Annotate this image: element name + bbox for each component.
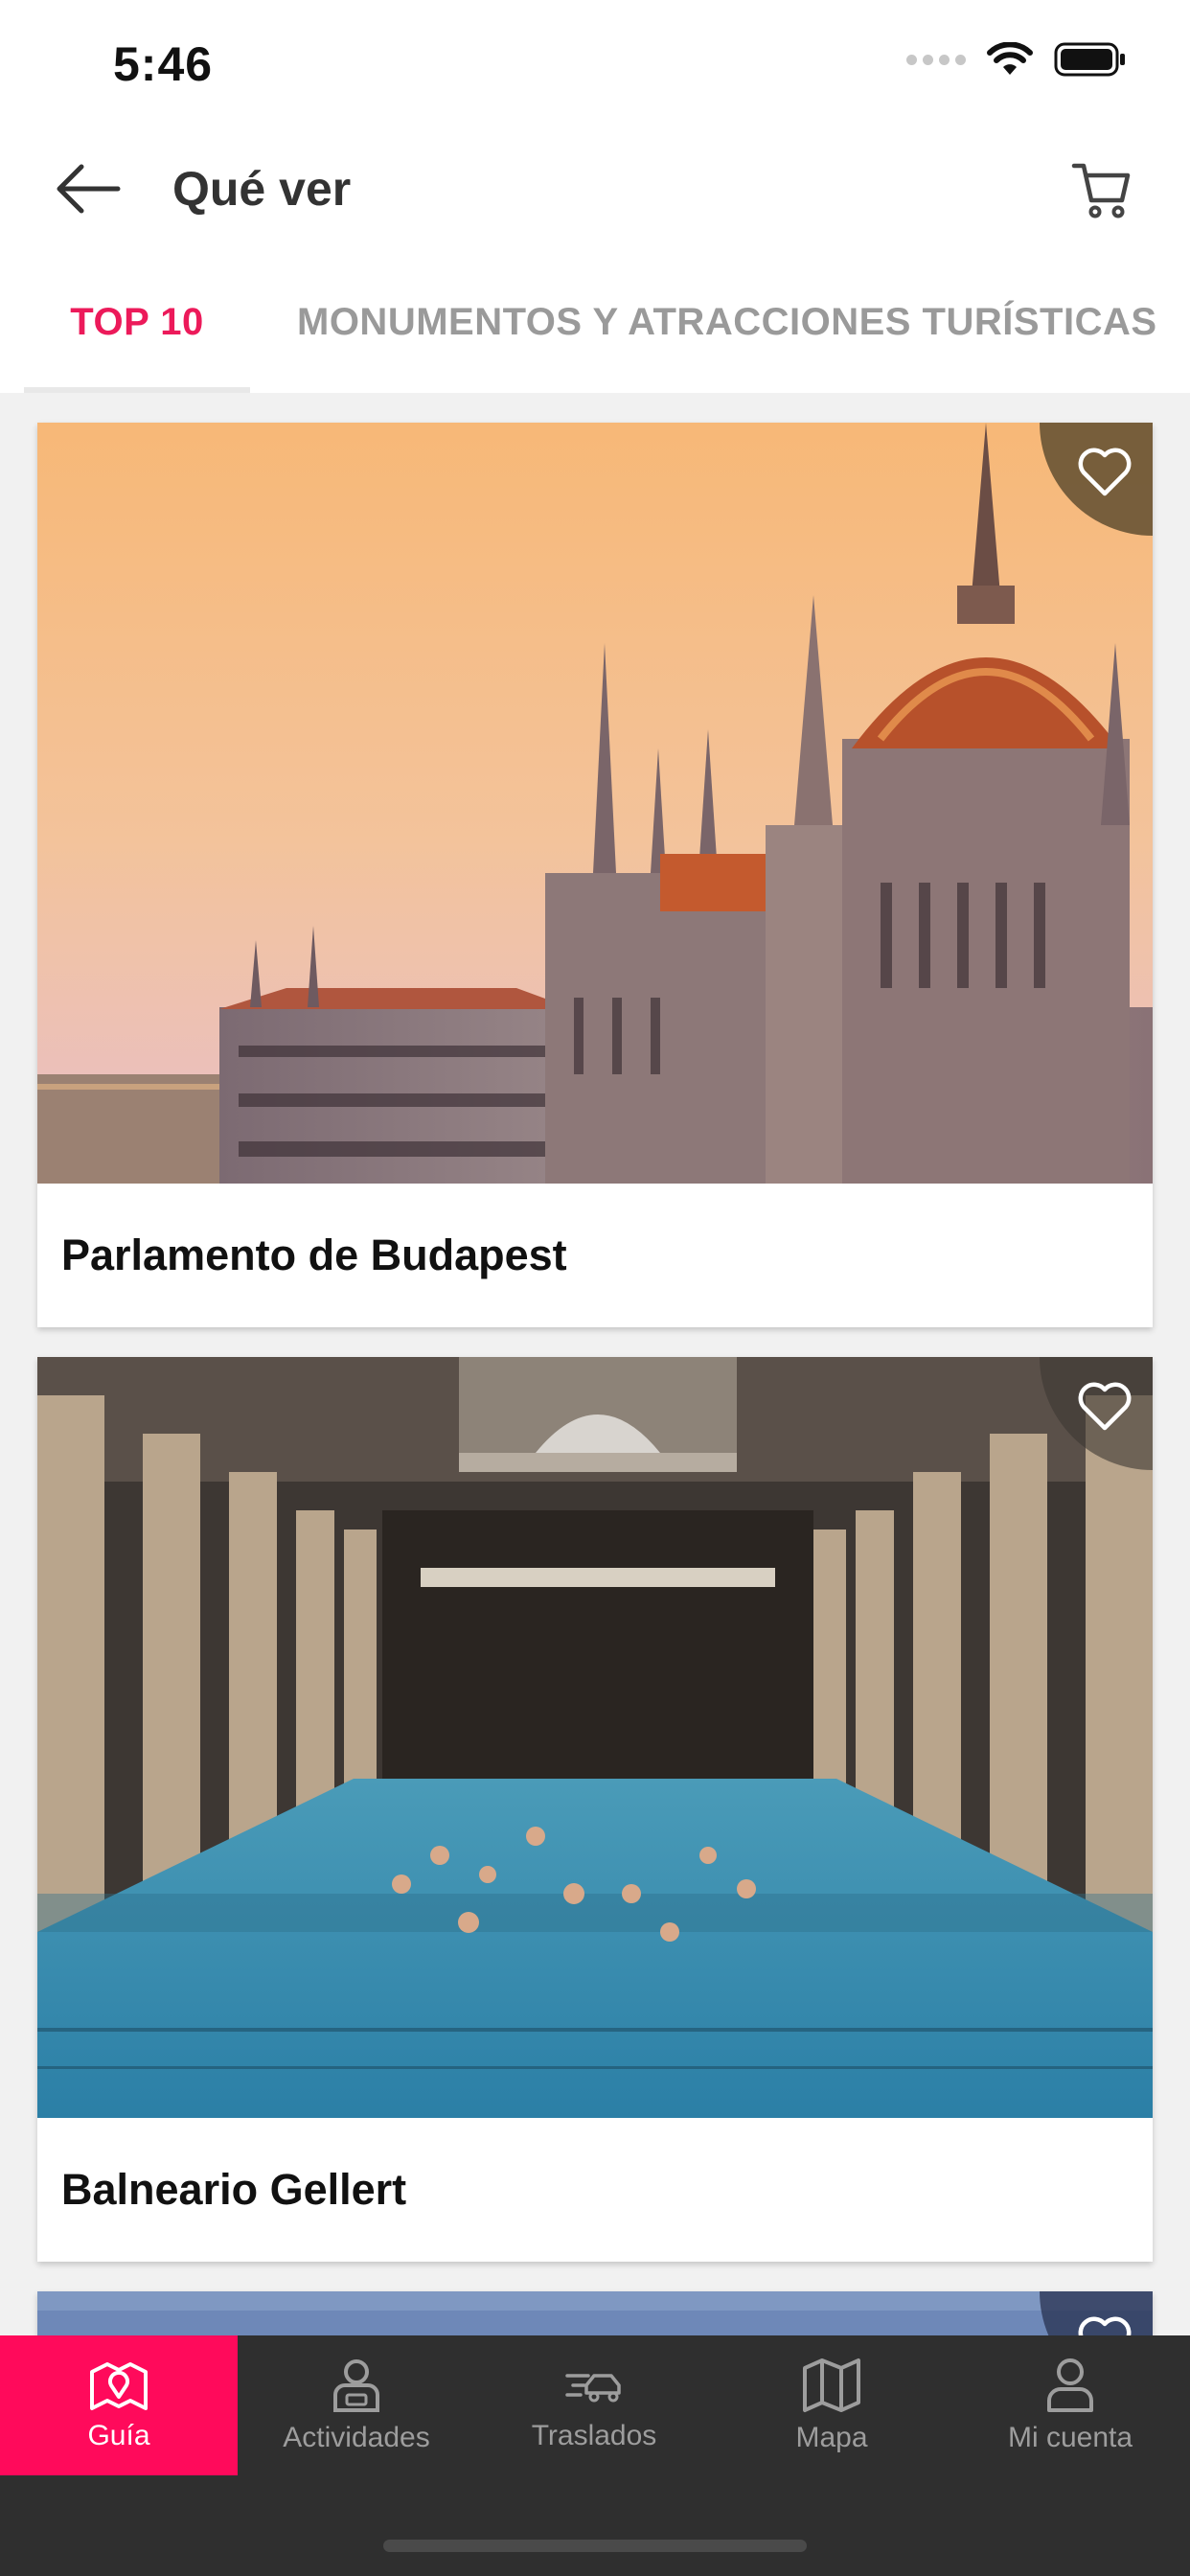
nav-mi-cuenta[interactable]: Mi cuenta	[950, 2335, 1190, 2475]
gellert-bath-image	[37, 1357, 1153, 2118]
status-icons	[906, 42, 1127, 77]
favorite-button[interactable]	[1040, 2291, 1153, 2335]
home-indicator[interactable]	[383, 2540, 807, 2552]
heart-icon	[1078, 1382, 1132, 1431]
nav-label: Traslados	[531, 2420, 657, 2451]
parliament-image	[37, 423, 1153, 1184]
category-tabs: TOP 10 MONUMENTOS Y ATRACCIONES TURÍSTIC…	[0, 251, 1190, 393]
map-pin-icon	[90, 2362, 148, 2410]
page-title: Qué ver	[172, 162, 352, 216]
sky-image	[37, 2291, 1153, 2335]
cellular-signal-icon	[906, 54, 966, 65]
nav-traslados[interactable]: Traslados	[475, 2335, 713, 2475]
heart-icon	[1078, 2316, 1132, 2335]
card-title-bar: Balneario Gellert	[37, 2118, 1153, 2262]
card-title-bar: Parlamento de Budapest	[37, 1184, 1153, 1327]
nav-guia[interactable]: Guía	[0, 2335, 238, 2475]
tab-monuments[interactable]: MONUMENTOS Y ATRACCIONES TURÍSTICAS	[297, 251, 1157, 393]
attractions-list: Parlamento de Budapest Balneario Gellert	[0, 393, 1190, 2335]
nav-label: Actividades	[283, 2422, 430, 2453]
cart-button[interactable]	[1064, 153, 1140, 226]
nav-label: Guía	[87, 2420, 150, 2451]
wifi-icon	[987, 42, 1033, 75]
tab-top-10[interactable]: TOP 10	[24, 251, 250, 393]
car-transfer-icon	[565, 2374, 621, 2403]
attraction-card[interactable]	[37, 2291, 1153, 2335]
folded-map-icon	[803, 2358, 860, 2412]
heart-icon	[1078, 448, 1132, 496]
battery-icon	[1054, 42, 1125, 77]
arrow-left-icon	[57, 164, 121, 214]
shopping-cart-icon	[1071, 163, 1131, 218]
nav-actividades[interactable]: Actividades	[238, 2335, 475, 2475]
card-title: Balneario Gellert	[61, 2165, 407, 2214]
ticket-person-icon	[333, 2359, 379, 2412]
nav-label: Mapa	[795, 2422, 868, 2453]
attraction-card[interactable]: Parlamento de Budapest	[37, 423, 1153, 1327]
back-button[interactable]	[50, 155, 126, 222]
app-header: Qué ver	[0, 126, 1190, 251]
attraction-card[interactable]: Balneario Gellert	[37, 1357, 1153, 2262]
card-title: Parlamento de Budapest	[61, 1230, 567, 1279]
nav-label: Mi cuenta	[1007, 2422, 1133, 2453]
user-icon	[1047, 2358, 1093, 2412]
status-bar: 5:46	[0, 0, 1190, 126]
status-time: 5:46	[113, 37, 214, 91]
nav-mapa[interactable]: Mapa	[713, 2335, 950, 2475]
